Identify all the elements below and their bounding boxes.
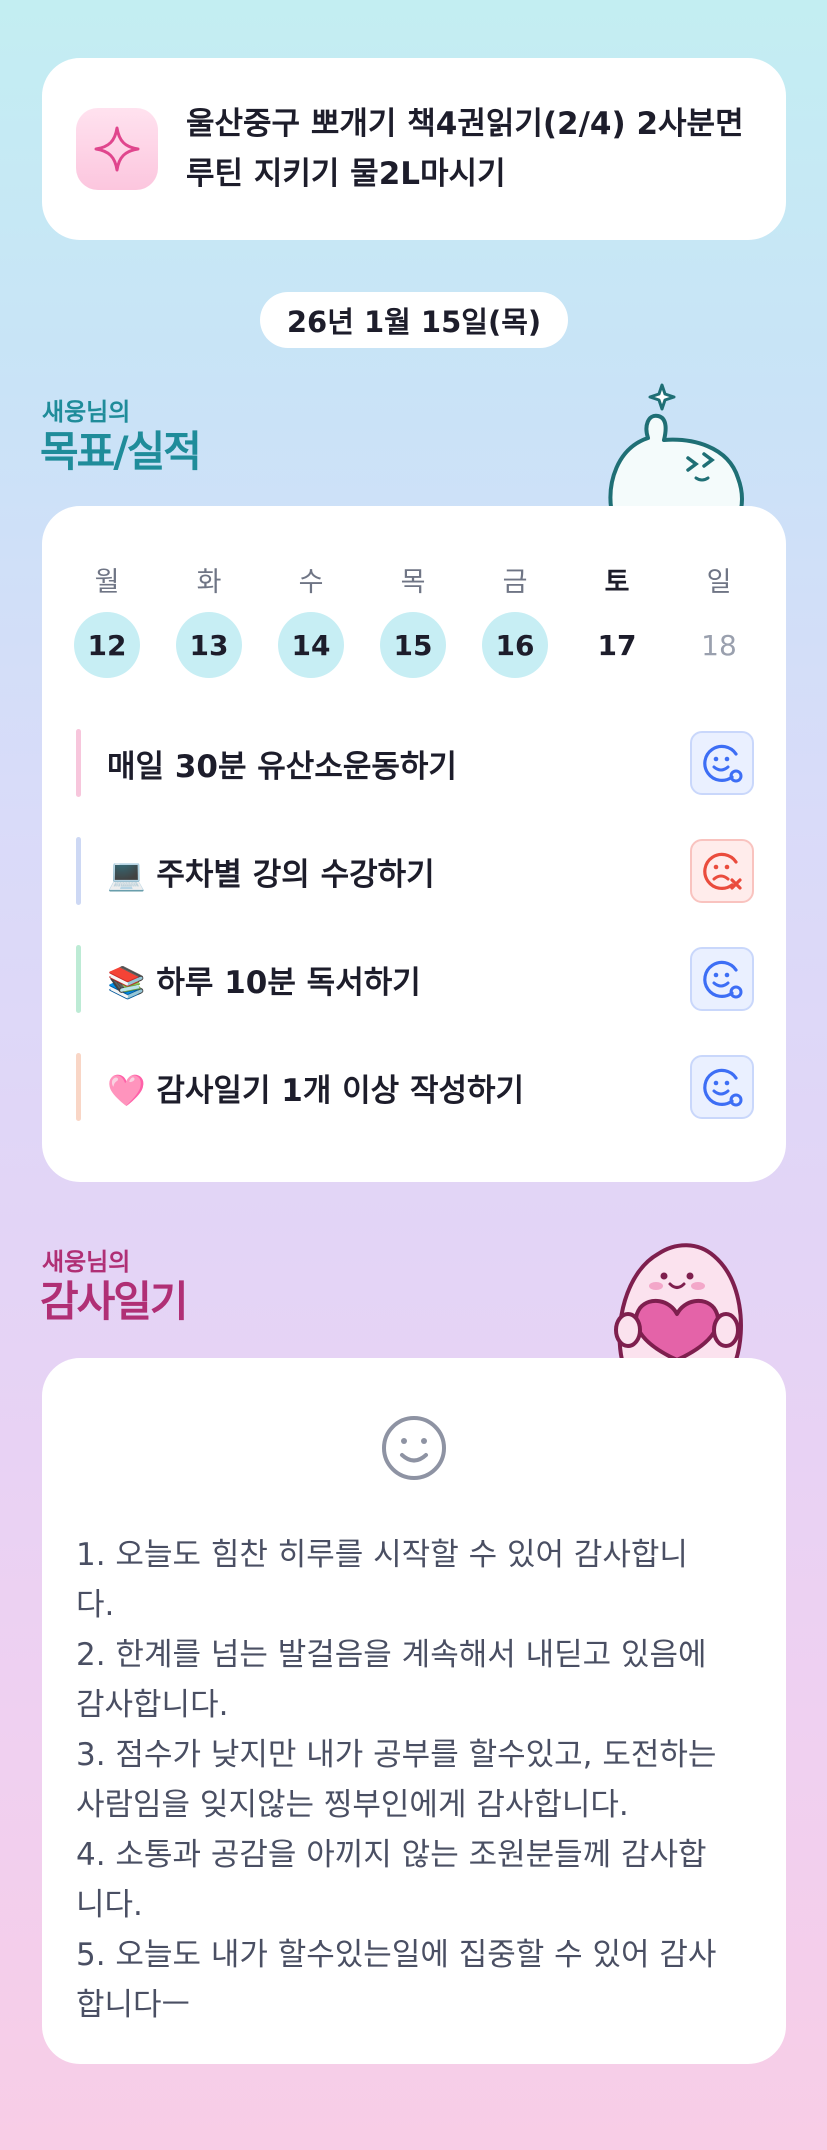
day-label-sun: 일 xyxy=(706,567,732,598)
diary-section-title: 감사일기 xyxy=(40,1277,189,1326)
diary-line: 합니다ㅡ xyxy=(76,1987,191,2023)
sad-x-icon[interactable] xyxy=(690,839,754,903)
day-label-sat: 토 xyxy=(604,567,630,598)
goal-color-bar xyxy=(76,729,81,797)
day-17[interactable]: 17 xyxy=(584,612,650,678)
day-label-mon: 월 xyxy=(94,567,120,598)
diary-line: 니다. xyxy=(76,1887,143,1923)
goal-text: 📚 하루 10분 독서하기 xyxy=(107,964,421,1001)
goals-section-title: 목표/실적 xyxy=(40,427,202,476)
goal-text: 💻 주차별 강의 수강하기 xyxy=(107,856,435,893)
day-label-thu: 목 xyxy=(400,567,426,598)
notice-line-2: 루틴 지키기 물2L마시기 xyxy=(186,156,506,192)
day-16[interactable]: 16 xyxy=(482,612,548,678)
notice-card: 울산중구 뽀개기 책4권읽기(2/4) 2사분면 루틴 지키기 물2L마시기 xyxy=(42,58,786,240)
diary-line: 다. xyxy=(76,1587,115,1623)
day-12[interactable]: 12 xyxy=(74,612,140,678)
day-label-tue: 화 xyxy=(196,567,222,598)
goal-row[interactable]: 🩷 감사일기 1개 이상 작성하기 xyxy=(76,1052,754,1122)
day-label-wed: 수 xyxy=(298,567,324,598)
diary-line: 5. 오늘도 내가 할수있는일에 집중할 수 있어 감사 xyxy=(76,1937,717,1973)
smile-icon xyxy=(382,1416,446,1480)
goal-row[interactable]: 💻 주차별 강의 수강하기 xyxy=(76,836,754,906)
diary-line: 감사합니다. xyxy=(76,1687,229,1723)
day-14[interactable]: 14 xyxy=(278,612,344,678)
day-13[interactable]: 13 xyxy=(176,612,242,678)
mascot-cheering-illustration xyxy=(608,383,744,514)
day-15[interactable]: 15 xyxy=(380,612,446,678)
goal-text: 🩷 감사일기 1개 이상 작성하기 xyxy=(107,1072,525,1109)
diary-line: 사람임을 잊지않는 찡부인에게 감사합니다. xyxy=(76,1787,629,1823)
smile-check-icon[interactable] xyxy=(690,947,754,1011)
mascot-heart-illustration xyxy=(614,1243,743,1360)
goal-row[interactable]: 📚 하루 10분 독서하기 xyxy=(76,944,754,1014)
smile-check-icon[interactable] xyxy=(690,731,754,795)
sparkle-icon xyxy=(76,108,158,190)
day-label-fri: 금 xyxy=(502,567,528,598)
notice-text: 울산중구 뽀개기 책4권읽기(2/4) 2사분면 루틴 지키기 물2L마시기 xyxy=(186,99,744,199)
diary-line: 4. 소통과 공감을 아끼지 않는 조원분들께 감사합 xyxy=(76,1837,707,1873)
diary-line: 2. 한계를 넘는 발걸음을 계속해서 내딛고 있음에 xyxy=(76,1637,707,1673)
goal-row[interactable]: 매일 30분 유산소운동하기 xyxy=(76,728,754,798)
diary-line: 1. 오늘도 힘찬 히루를 시작할 수 있어 감사합니 xyxy=(76,1537,688,1573)
diary-text: 1. 오늘도 힘찬 히루를 시작할 수 있어 감사합니 다. 2. 한계를 넘는… xyxy=(76,1530,756,2030)
goal-color-bar xyxy=(76,945,81,1013)
goal-color-bar xyxy=(76,837,81,905)
goal-text: 매일 30분 유산소운동하기 xyxy=(107,748,457,785)
diary-line: 3. 점수가 낮지만 내가 공부를 할수있고, 도전하는 xyxy=(76,1737,717,1773)
date-pill[interactable]: 26년 1월 15일(목) xyxy=(260,292,568,348)
smile-check-icon[interactable] xyxy=(690,1055,754,1119)
notice-line-1: 울산중구 뽀개기 책4권읽기(2/4) 2사분면 xyxy=(186,106,744,142)
day-18[interactable]: 18 xyxy=(686,612,752,678)
goal-color-bar xyxy=(76,1053,81,1121)
